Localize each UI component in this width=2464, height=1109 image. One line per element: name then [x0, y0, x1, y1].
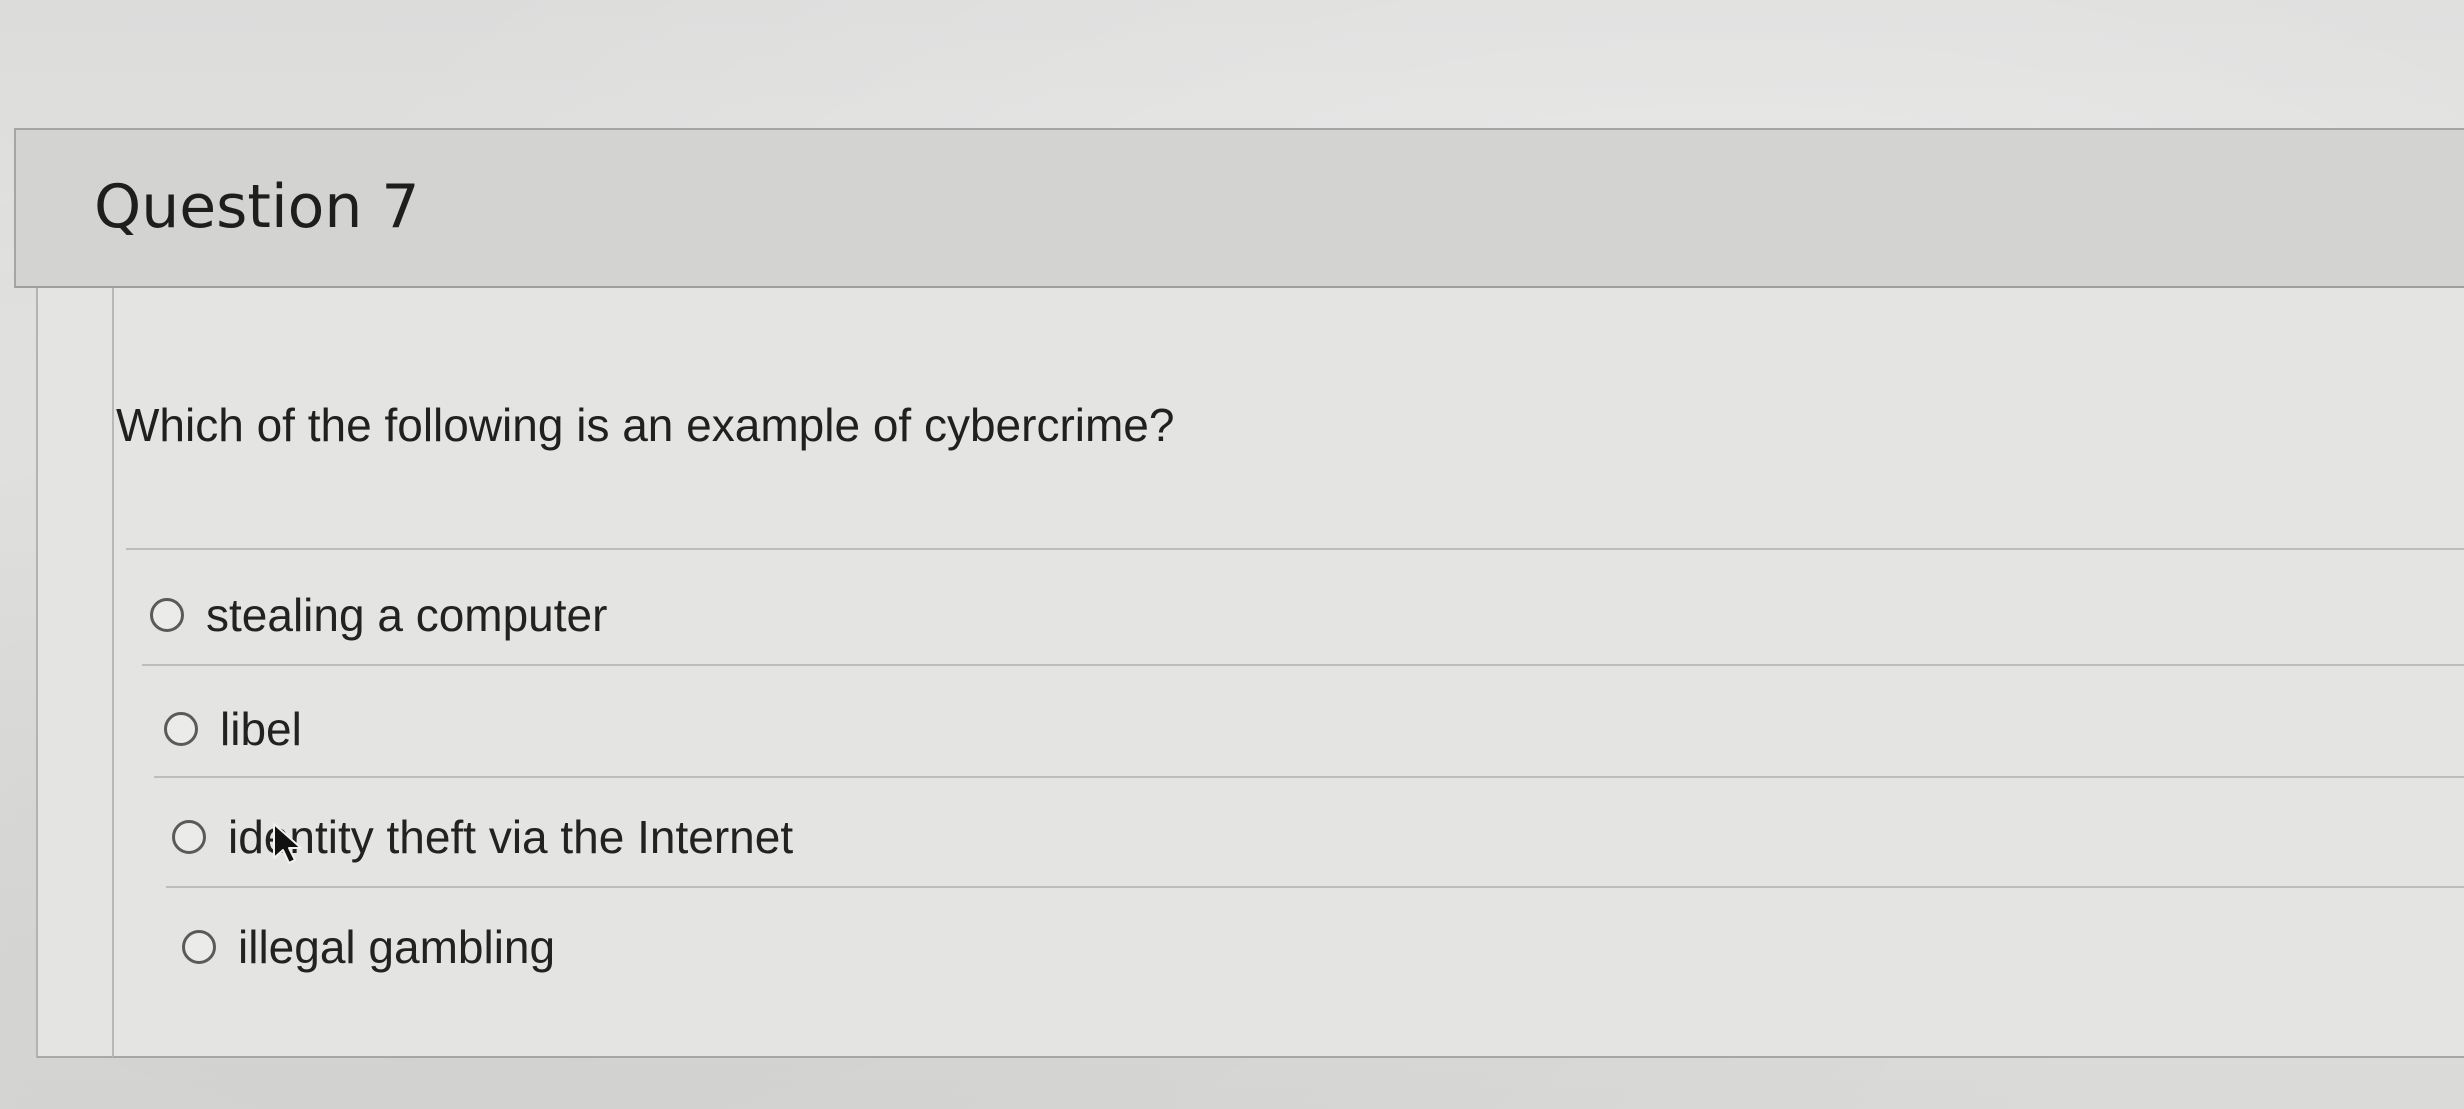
radio-unchecked-icon[interactable]: [172, 820, 206, 854]
answer-label: illegal gambling: [238, 921, 556, 973]
radio-unchecked-icon[interactable]: [164, 712, 198, 746]
answer-label: libel: [220, 703, 302, 755]
divider: [166, 886, 2464, 888]
mouse-pointer-icon: [273, 823, 302, 864]
divider: [154, 776, 2464, 778]
answer-option-3[interactable]: identity theft via the Internet: [172, 792, 793, 882]
question-title: Question 7: [94, 172, 420, 242]
answer-label: identity theft via the Internet: [228, 811, 794, 863]
answer-label: stealing a computer: [206, 589, 608, 641]
divider: [142, 664, 2464, 666]
answer-option-4[interactable]: illegal gambling: [182, 902, 555, 992]
divider: [126, 548, 2464, 550]
question-text: Which of the following is an example of …: [116, 399, 1175, 451]
answer-option-1[interactable]: stealing a computer: [150, 570, 607, 660]
radio-unchecked-icon[interactable]: [182, 930, 216, 964]
radio-unchecked-icon[interactable]: [150, 598, 184, 632]
answer-option-2[interactable]: libel: [164, 684, 302, 774]
